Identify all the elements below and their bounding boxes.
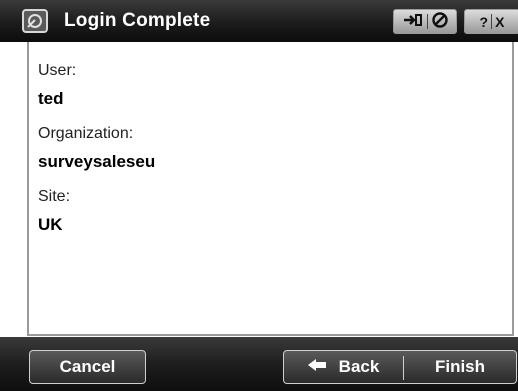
help-close-button-group[interactable]: ? X xyxy=(464,9,518,34)
back-button-label: Back xyxy=(338,357,380,376)
bottom-toolbar: Cancel Back Finish xyxy=(0,337,518,391)
navigation-button-group: Back Finish xyxy=(283,350,517,384)
finish-button[interactable]: Finish xyxy=(404,351,516,383)
help-icon[interactable]: ? xyxy=(480,14,489,30)
title-bar: Login Complete ? X xyxy=(0,0,518,42)
back-button[interactable]: Back xyxy=(284,351,402,383)
sync-stop-button-group[interactable] xyxy=(393,9,457,34)
organization-label: Organization: xyxy=(38,125,134,142)
stop-icon[interactable] xyxy=(431,11,449,32)
button-separator xyxy=(491,14,493,29)
site-value: UK xyxy=(38,215,63,234)
user-label: User: xyxy=(38,62,77,79)
organization-value: surveysaleseu xyxy=(38,152,156,171)
window-title: Login Complete xyxy=(64,10,211,31)
arrow-left-icon xyxy=(307,357,327,377)
site-label: Site: xyxy=(38,188,71,205)
close-icon[interactable]: X xyxy=(495,14,504,30)
app-icon xyxy=(22,9,48,33)
button-separator xyxy=(426,14,428,29)
login-details-panel: User: ted Organization: surveysaleseu Si… xyxy=(27,42,514,336)
user-value: ted xyxy=(38,89,64,108)
sync-icon[interactable] xyxy=(402,12,424,31)
cancel-button[interactable]: Cancel xyxy=(29,350,146,384)
